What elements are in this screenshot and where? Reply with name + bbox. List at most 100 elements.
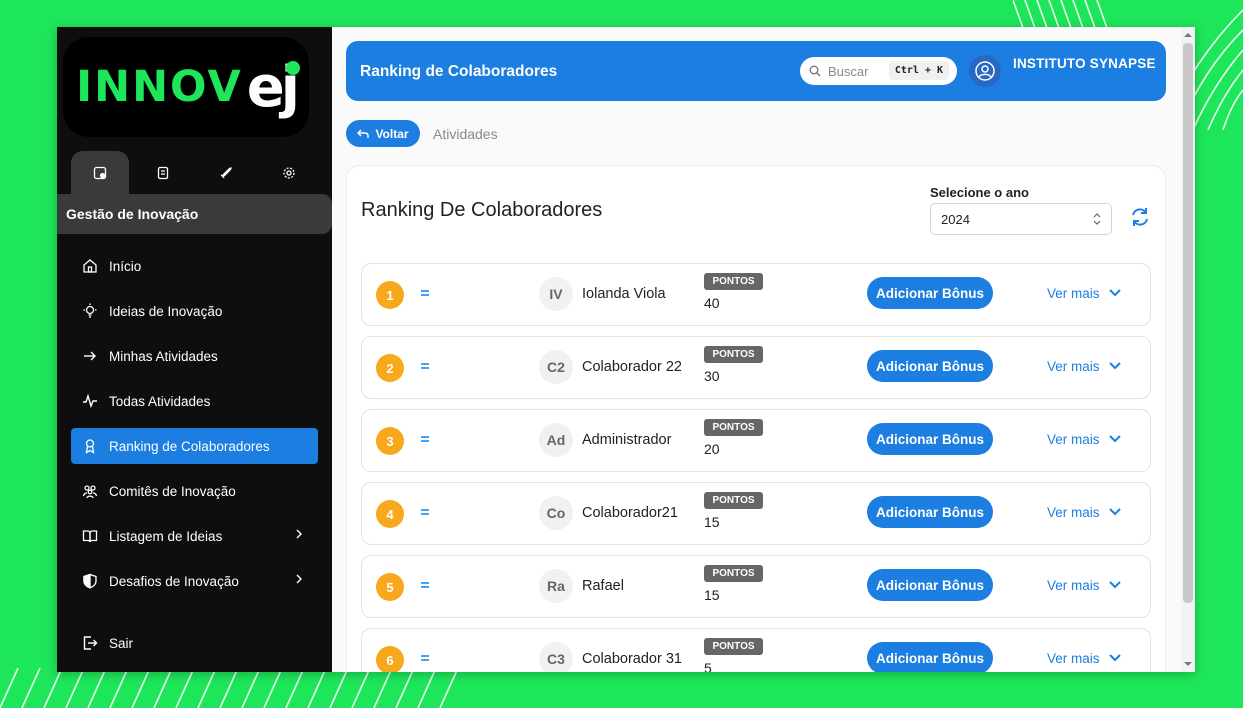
avatar: Co <box>539 496 573 530</box>
sidebar-item-listagem-ideias[interactable]: Listagem de Ideias <box>71 518 318 554</box>
add-bonus-button[interactable]: Adicionar Bônus <box>867 350 993 382</box>
collaborator-name: Administrador <box>582 432 672 448</box>
sidebar-item-label: Todas Atividades <box>109 393 211 409</box>
rank-badge: 1 <box>376 281 404 309</box>
add-bonus-button[interactable]: Adicionar Bônus <box>867 423 993 455</box>
points-badge: PONTOS <box>704 565 763 582</box>
rank-badge: 5 <box>376 573 404 601</box>
collaborator-name: Rafael <box>582 578 624 594</box>
year-select[interactable]: 2024 <box>930 203 1112 235</box>
chevron-down-icon[interactable] <box>1108 432 1122 446</box>
see-more-link[interactable]: Ver mais <box>1047 432 1100 447</box>
sidebar-icon-tabs <box>71 151 323 195</box>
points-badge: PONTOS <box>704 273 763 290</box>
add-bonus-button[interactable]: Adicionar Bônus <box>867 569 993 601</box>
chevron-right-icon <box>296 574 302 584</box>
page-title: Ranking de Colaboradores <box>360 63 558 80</box>
logo-main-text: INNOV <box>76 62 243 112</box>
points-value: 40 <box>704 295 720 311</box>
search-input[interactable] <box>828 63 898 79</box>
sidebar-item-desafios[interactable]: Desafios de Inovação <box>71 563 318 599</box>
sidebar: INNOV ej Gestão de Inovação Início Ideia… <box>57 27 332 672</box>
user-menu-button[interactable] <box>969 55 1001 87</box>
scrollbar[interactable] <box>1181 27 1195 672</box>
sidebar-item-label: Ideias de Inovação <box>109 303 223 319</box>
add-bonus-button[interactable]: Adicionar Bônus <box>867 277 993 309</box>
see-more-link[interactable]: Ver mais <box>1047 578 1100 593</box>
add-bonus-button[interactable]: Adicionar Bônus <box>867 642 993 672</box>
back-button[interactable]: Voltar <box>346 120 420 147</box>
points-value: 30 <box>704 368 720 384</box>
search-icon <box>809 65 821 77</box>
return-icon <box>357 129 370 138</box>
refresh-icon[interactable] <box>1129 206 1151 228</box>
equal-trend-icon <box>421 290 429 296</box>
tab-settings[interactable] <box>260 151 318 195</box>
home-icon <box>83 259 97 273</box>
logo-dot <box>285 60 300 75</box>
scroll-up-icon[interactable] <box>1184 31 1192 39</box>
sidebar-item-minhas-atividades[interactable]: Minhas Atividades <box>71 338 318 374</box>
arrow-right-icon <box>84 351 96 361</box>
sidebar-item-comites[interactable]: Comitês de Inovação <box>71 473 318 509</box>
sidebar-item-label: Minhas Atividades <box>109 348 218 364</box>
sidebar-item-todas-atividades[interactable]: Todas Atividades <box>71 383 318 419</box>
equal-trend-icon <box>421 436 429 442</box>
points-badge: PONTOS <box>704 492 763 509</box>
logo: INNOV ej <box>63 37 309 137</box>
sidebar-nav: Início Ideias de Inovação Minhas Ativida… <box>71 248 318 608</box>
scroll-down-icon[interactable] <box>1184 660 1192 668</box>
logout-button[interactable]: Sair <box>71 625 318 661</box>
chevron-down-icon[interactable] <box>1108 359 1122 373</box>
users-icon <box>82 485 98 499</box>
updown-chevron-icon <box>1093 213 1101 225</box>
sidebar-item-inicio[interactable]: Início <box>71 248 318 284</box>
tab-dashboard[interactable] <box>71 151 129 195</box>
see-more-link[interactable]: Ver mais <box>1047 505 1100 520</box>
see-more-link[interactable]: Ver mais <box>1047 359 1100 374</box>
organization-name: INSTITUTO SYNAPSE <box>1013 56 1156 71</box>
book-icon <box>82 530 98 543</box>
breadcrumb[interactable]: Atividades <box>433 126 498 142</box>
points-value: 20 <box>704 441 720 457</box>
collaborator-name: Iolanda Viola <box>582 286 666 302</box>
document-icon <box>157 166 169 180</box>
add-bonus-button[interactable]: Adicionar Bônus <box>867 496 993 528</box>
logout-label: Sair <box>109 635 134 651</box>
year-label: Selecione o ano <box>930 185 1029 200</box>
points-value: 5 <box>704 660 712 672</box>
tab-projects[interactable] <box>197 151 255 195</box>
sidebar-item-ideias[interactable]: Ideias de Inovação <box>71 293 318 329</box>
chevron-down-icon[interactable] <box>1108 505 1122 519</box>
points-badge: PONTOS <box>704 346 763 363</box>
search-box[interactable]: Ctrl + K <box>800 57 957 85</box>
tab-documents[interactable] <box>134 151 192 195</box>
see-more-link[interactable]: Ver mais <box>1047 286 1100 301</box>
award-icon <box>85 439 95 454</box>
points-value: 15 <box>704 514 720 530</box>
avatar: C2 <box>539 350 573 384</box>
chevron-down-icon[interactable] <box>1108 578 1122 592</box>
equal-trend-icon <box>421 363 429 369</box>
points-badge: PONTOS <box>704 638 763 655</box>
user-circle-icon <box>975 61 995 81</box>
chevron-right-icon <box>296 529 302 539</box>
chevron-down-icon[interactable] <box>1108 286 1122 300</box>
avatar: IV <box>539 277 573 311</box>
dashboard-icon <box>93 166 107 180</box>
activity-icon <box>83 393 97 409</box>
ranking-row: 4 Co Colaborador21 PONTOS 15 Adicionar B… <box>361 482 1151 545</box>
year-value: 2024 <box>941 211 970 227</box>
chevron-down-icon[interactable] <box>1108 651 1122 665</box>
sidebar-exit: Sair <box>71 625 318 670</box>
rank-badge: 3 <box>376 427 404 455</box>
ranking-row: 2 C2 Colaborador 22 PONTOS 30 Adicionar … <box>361 336 1151 399</box>
scroll-thumb[interactable] <box>1183 43 1193 603</box>
sidebar-item-ranking[interactable]: Ranking de Colaboradores <box>71 428 318 464</box>
sidebar-item-label: Ranking de Colaboradores <box>109 438 270 454</box>
sidebar-item-label: Comitês de Inovação <box>109 483 236 499</box>
see-more-link[interactable]: Ver mais <box>1047 651 1100 666</box>
sidebar-section-title: Gestão de Inovação <box>57 194 332 234</box>
shield-icon <box>83 573 97 589</box>
avatar: C3 <box>539 642 573 672</box>
